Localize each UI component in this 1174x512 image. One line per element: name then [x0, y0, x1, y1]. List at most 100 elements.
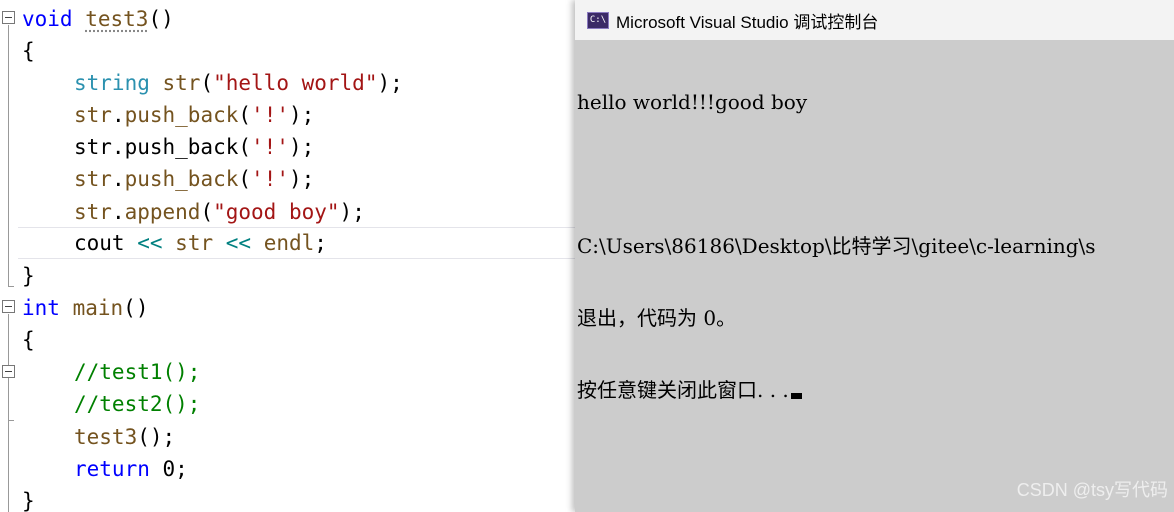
code-token: ); — [288, 135, 315, 159]
code-line-text: //test2(); — [74, 388, 200, 420]
code-line[interactable]: string str("hello world"); — [0, 67, 576, 99]
code-token: append — [124, 200, 201, 224]
text-cursor — [790, 393, 802, 399]
code-line[interactable]: str.push_back('!'); — [0, 131, 576, 163]
code-line[interactable]: //test1(); — [0, 356, 576, 388]
code-token: //test1(); — [74, 360, 201, 384]
code-token: endl — [263, 231, 315, 255]
code-line-text: str.push_back('!'); — [74, 163, 314, 195]
code-line-text: test3(); — [74, 421, 175, 453]
code-token: () — [148, 7, 174, 31]
code-token: str — [175, 231, 214, 255]
code-line[interactable]: //test2(); — [0, 388, 576, 420]
code-line[interactable]: } — [0, 485, 576, 512]
code-token: //test2(); — [74, 392, 201, 416]
code-token: ( — [200, 71, 214, 95]
code-token: 0; — [149, 457, 188, 481]
code-line-text: str.push_back('!'); — [74, 131, 314, 163]
code-token: ); — [288, 103, 315, 127]
code-line-text: str.append("good boy"); — [74, 196, 365, 228]
code-editor[interactable]: void test3(){string str("hello world"); s… — [0, 0, 576, 512]
code-line-text: } — [22, 260, 35, 292]
code-token: . — [111, 167, 125, 191]
code-line-text: //test1(); — [74, 356, 200, 388]
code-token: } — [22, 489, 35, 512]
code-token: "hello world" — [213, 71, 378, 95]
code-line-text: string str("hello world"); — [74, 67, 403, 99]
code-line-text: void test3() — [22, 3, 174, 35]
code-token: return — [74, 457, 150, 481]
console-output-line: C:\Users\86186\Desktop\比特学习\gitee\c-lear… — [577, 234, 1096, 258]
code-token: main — [72, 296, 124, 320]
code-token: ); — [377, 71, 403, 95]
code-token: '!' — [251, 167, 289, 191]
code-token: . — [111, 103, 125, 127]
code-token: test3 — [85, 7, 149, 31]
code-token: string — [74, 71, 150, 95]
console-prompt-text: 按任意键关闭此窗口. . . — [577, 378, 789, 402]
console-output-line: hello world!!!good boy — [577, 90, 808, 114]
code-token: str — [74, 167, 112, 191]
code-token: ( — [238, 103, 252, 127]
code-line[interactable]: } — [0, 260, 576, 292]
code-token: (); — [137, 425, 176, 449]
code-line-text: { — [22, 35, 35, 67]
code-token: push_back — [124, 103, 239, 127]
code-line[interactable]: return 0; — [0, 453, 576, 485]
code-line-text: } — [22, 485, 35, 512]
code-line[interactable]: cout << str << endl; — [18, 227, 576, 259]
code-line[interactable]: void test3() — [0, 3, 576, 35]
console-output-line-prompt: 按任意键关闭此窗口. . . — [577, 378, 1174, 402]
watermark: CSDN @tsy写代码 — [1016, 480, 1168, 500]
code-line-text: { — [22, 324, 35, 356]
console-output-line: 退出，代码为 0。 — [577, 306, 737, 330]
code-token: << — [225, 231, 252, 255]
code-line-text: cout << str << endl; — [74, 228, 327, 258]
code-token: ); — [339, 200, 365, 224]
console-titlebar[interactable]: C:\ Microsoft Visual Studio 调试控制台 — [575, 0, 1174, 40]
code-token: ; — [314, 231, 327, 255]
console-app-icon: C:\ — [587, 11, 609, 29]
code-line[interactable]: str.append("good boy"); — [0, 196, 576, 228]
code-line[interactable]: test3(); — [0, 421, 576, 453]
debug-console-window[interactable]: C:\ Microsoft Visual Studio 调试控制台 hello … — [575, 0, 1174, 512]
code-token: test3 — [74, 425, 138, 449]
code-token: << — [137, 231, 163, 255]
code-line[interactable]: { — [0, 324, 576, 356]
code-token: { — [22, 39, 35, 63]
code-token: { — [22, 328, 35, 352]
code-token: int — [22, 296, 60, 320]
console-title: Microsoft Visual Studio 调试控制台 — [616, 12, 879, 32]
code-token: cout — [74, 231, 138, 255]
code-token: . — [111, 200, 125, 224]
code-token: ( — [200, 200, 214, 224]
code-token: '!' — [251, 135, 289, 159]
code-token: str.push_back( — [74, 135, 252, 159]
code-token: '!' — [251, 103, 289, 127]
code-token: str — [74, 200, 112, 224]
code-token: str — [162, 71, 201, 95]
console-output[interactable]: hello world!!!good boy C:\Users\86186\De… — [577, 42, 1174, 450]
code-token: push_back — [124, 167, 239, 191]
code-line-text: return 0; — [74, 453, 188, 485]
code-token: str — [74, 103, 112, 127]
code-token: () — [123, 296, 149, 320]
code-line[interactable]: str.push_back('!'); — [0, 163, 576, 195]
code-line-text: str.push_back('!'); — [74, 99, 314, 131]
code-line[interactable]: str.push_back('!'); — [0, 99, 576, 131]
code-token: ( — [238, 167, 252, 191]
code-token: } — [22, 264, 35, 288]
code-line[interactable]: int main() — [0, 292, 576, 324]
code-line[interactable]: { — [0, 35, 576, 67]
code-token: "good boy" — [213, 200, 340, 224]
code-line-text: int main() — [22, 292, 148, 324]
code-token: void — [22, 7, 73, 31]
code-token: ); — [288, 167, 315, 191]
